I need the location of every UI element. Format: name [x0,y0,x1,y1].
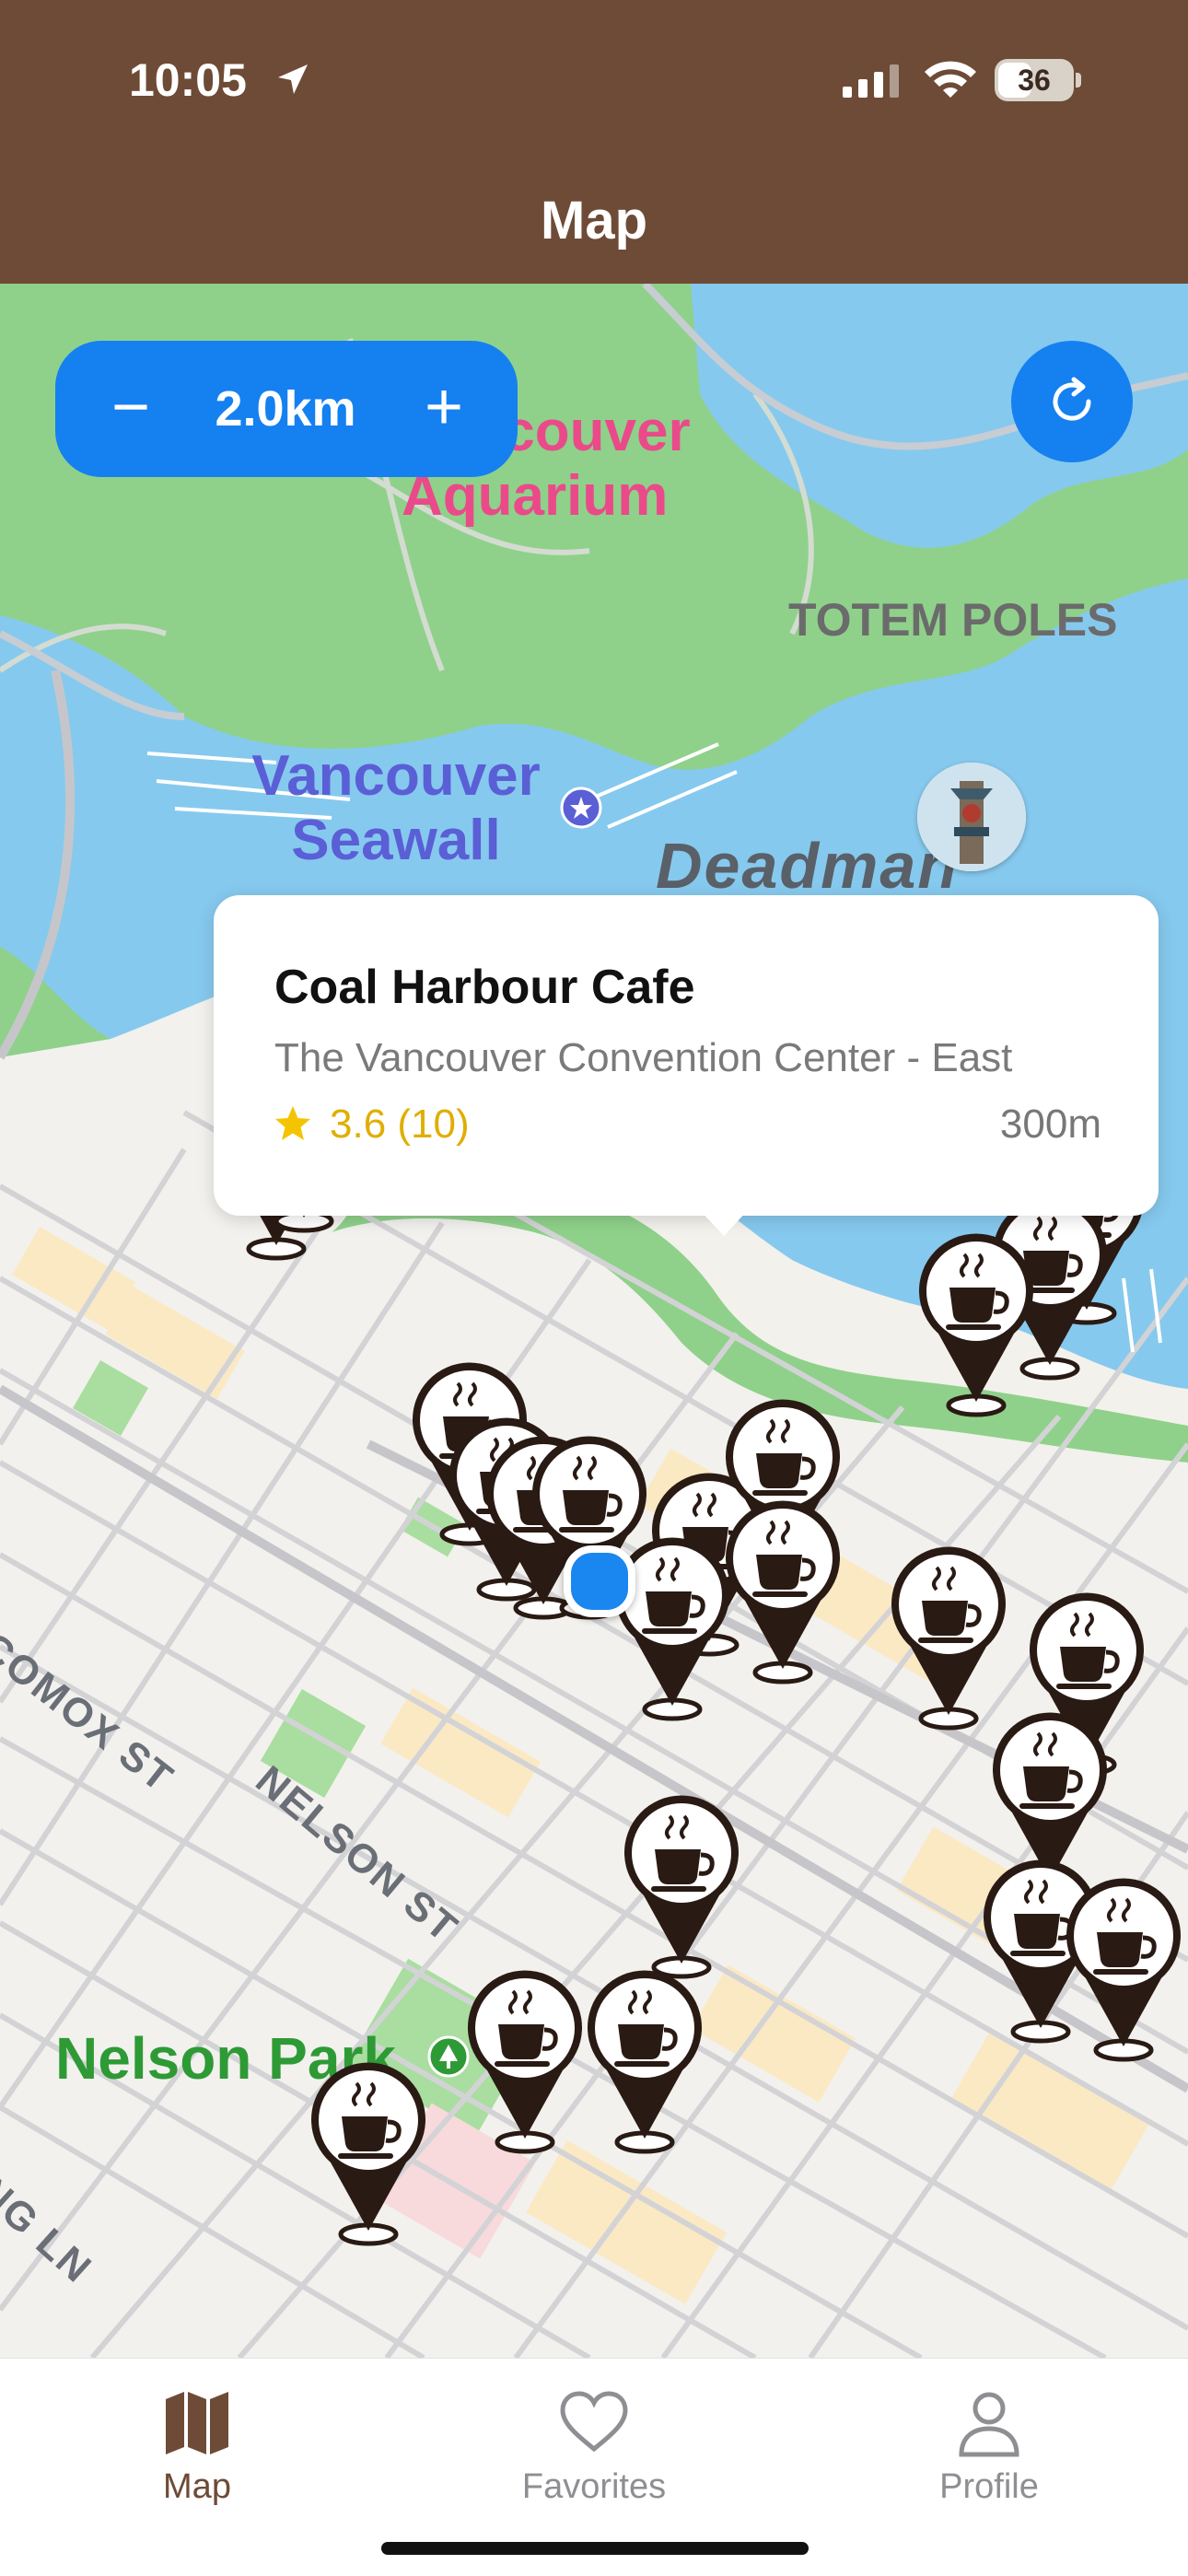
status-time: 10:05 [129,54,247,106]
person-icon [959,2392,1019,2457]
coffee-pin[interactable] [907,1225,1045,1418]
coffee-cup-icon [311,2062,425,2246]
coffee-pin[interactable] [879,1538,1018,1731]
user-location-dot [564,1545,635,1617]
label-vancouver-seawall[interactable]: Vancouver Seawall [230,744,562,873]
tab-profile[interactable]: Profile [869,2373,1109,2512]
coffee-cup-icon [1066,1878,1181,2062]
label-totem-poles[interactable]: TOTEM POLES [788,593,1117,647]
coffee-pin[interactable] [1054,1870,1188,2063]
cafe-address: The Vancouver Convention Center - East [274,1035,1013,1080]
coffee-pin[interactable] [456,1962,594,2155]
page-title: Map [541,191,647,251]
zoom-in-button[interactable]: + [402,367,486,451]
location-arrow-icon [278,64,308,94]
zoom-out-button[interactable]: − [88,367,173,451]
coffee-pin[interactable] [612,1787,751,1980]
callout-pointer [700,1210,748,1236]
cafe-rating: 3.6 (10) [330,1102,470,1147]
coffee-cup-icon [624,1795,739,1979]
coffee-pin[interactable] [576,1962,714,2155]
map-view[interactable]: Vancouver Aquarium TOTEM POLES Vancouver… [0,284,1188,2358]
signal-icon [843,64,899,98]
tab-map[interactable]: Map [77,2373,317,2512]
map-icon [166,2392,228,2454]
refresh-button[interactable] [1011,341,1133,462]
cafe-name: Coal Harbour Cafe [274,961,695,1014]
heart-icon [560,2391,628,2453]
tab-map-label: Map [163,2467,231,2506]
battery-level: 36 [1018,64,1051,97]
totem-poles-marker[interactable] [917,763,1026,871]
home-indicator [381,2542,809,2555]
wifi-icon [925,61,976,98]
coffee-cup-icon [468,1970,582,2154]
label-deadman: Deadman [656,830,960,902]
star-icon [275,1106,310,1140]
coffee-cup-icon [588,1970,702,2154]
tab-profile-label: Profile [939,2467,1039,2506]
header-bar: 10:05 36 Map [0,0,1188,284]
coffee-cup-icon [891,1546,1006,1731]
cafe-callout[interactable]: Coal Harbour Cafe The Vancouver Conventi… [214,895,1159,1216]
tab-favorites[interactable]: Favorites [474,2373,714,2512]
zoom-radius-value: 2.0km [215,381,356,437]
tab-favorites-label: Favorites [521,2467,667,2506]
cafe-distance: 300m [999,1102,1101,1147]
coffee-pin[interactable] [299,2054,437,2247]
star-landmark-icon[interactable] [560,787,602,829]
zoom-control: − 2.0km + [55,341,518,477]
refresh-icon [1053,377,1091,421]
battery-icon: 36 [995,59,1081,101]
coffee-cup-icon [919,1233,1033,1417]
